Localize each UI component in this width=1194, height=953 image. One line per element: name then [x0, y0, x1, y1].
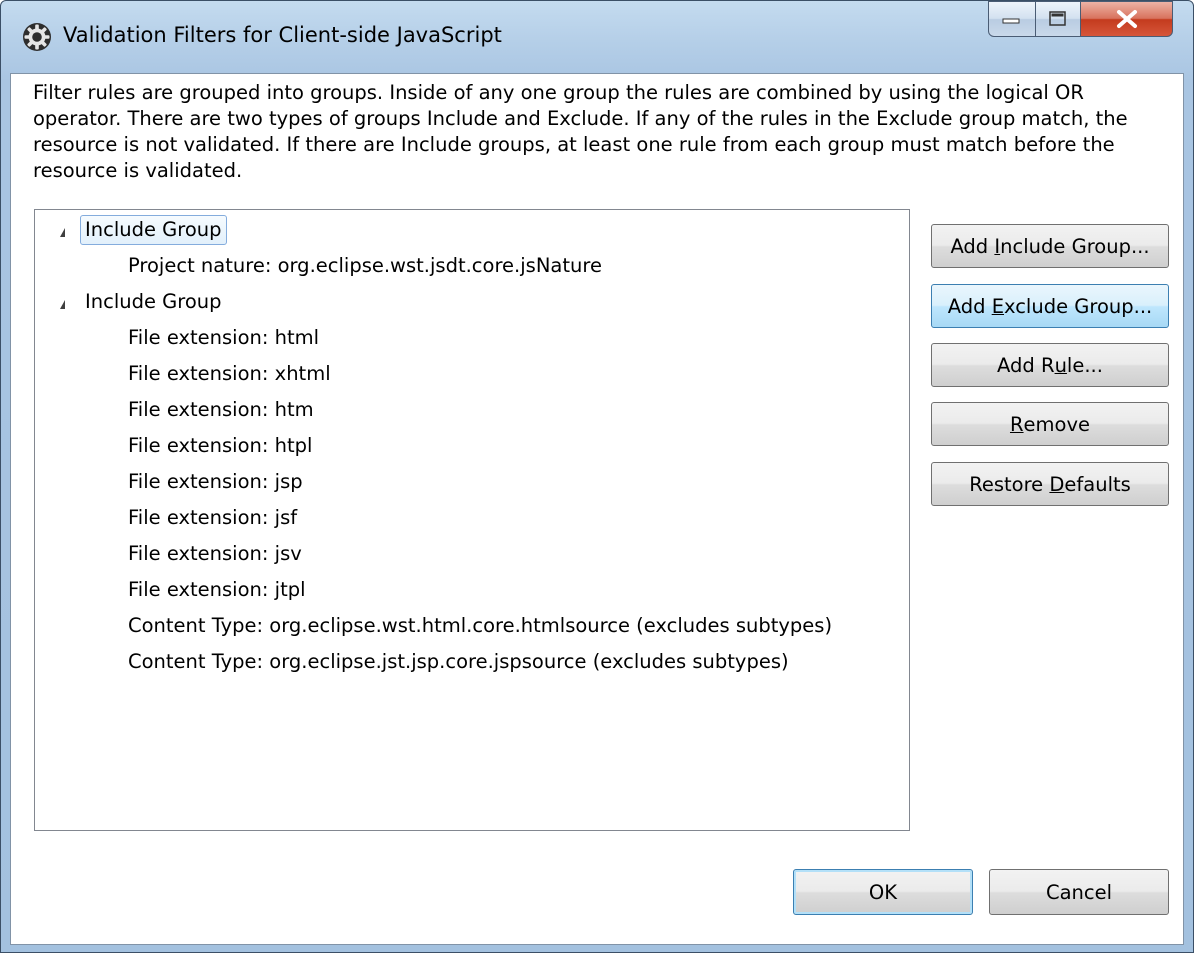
tree-rule[interactable]: File extension: htpl	[124, 430, 316, 462]
tree-rule[interactable]: File extension: jsv	[124, 538, 306, 570]
add-rule-button[interactable]: Add Ru le...	[931, 343, 1169, 387]
remove-button[interactable]: Remove	[931, 402, 1169, 446]
description-text: Filter rules are grouped into groups. In…	[33, 81, 1128, 182]
tree-rule[interactable]: File extension: htm	[124, 394, 318, 426]
ok-button[interactable]: OK	[793, 869, 973, 915]
expand-arrow-icon[interactable]	[60, 300, 65, 309]
tree-rule[interactable]: Content Type: org.eclipse.wst.html.core.…	[124, 610, 836, 642]
dialog-window: Validation Filters for Client-side JavaS…	[0, 0, 1194, 953]
tree-rule[interactable]: File extension: jsp	[124, 466, 307, 498]
window-title: Validation Filters for Client-side JavaS…	[63, 23, 502, 47]
minimize-button[interactable]	[988, 1, 1036, 37]
dialog-content: Filter rules are grouped into groups. In…	[10, 73, 1184, 945]
group-label: Include Group	[85, 290, 222, 313]
expand-arrow-icon[interactable]	[60, 228, 65, 237]
eclipse-gear-icon	[23, 23, 51, 51]
title-bar[interactable]: Validation Filters for Client-side JavaS…	[1, 1, 1193, 73]
restore-defaults-button[interactable]: Restore Defaults	[931, 462, 1169, 506]
tree-rule[interactable]: File extension: xhtml	[124, 358, 335, 390]
minimize-icon	[1002, 18, 1020, 24]
close-button[interactable]	[1080, 1, 1173, 37]
close-icon	[1116, 10, 1137, 28]
tree-group-include[interactable]: Include Group	[81, 286, 226, 318]
filter-tree[interactable]: Include Group Project nature: org.eclips…	[34, 209, 910, 831]
maximize-button[interactable]	[1035, 1, 1081, 37]
maximize-icon	[1049, 11, 1066, 26]
add-include-group-button[interactable]: Add Include Group...	[931, 224, 1169, 268]
tree-rule[interactable]: Content Type: org.eclipse.jst.jsp.core.j…	[124, 646, 793, 678]
add-exclude-group-button[interactable]: Add Exclude Group...	[931, 284, 1169, 328]
tree-rule[interactable]: Project nature: org.eclipse.wst.jsdt.cor…	[124, 250, 606, 282]
tree-rule[interactable]: File extension: jsf	[124, 502, 301, 534]
tree-rule[interactable]: File extension: html	[124, 322, 323, 354]
cancel-button[interactable]: Cancel	[989, 869, 1169, 915]
group-label: Include Group	[80, 215, 227, 245]
tree-group-include[interactable]: Include Group	[80, 214, 227, 246]
tree-rule[interactable]: File extension: jtpl	[124, 574, 310, 606]
